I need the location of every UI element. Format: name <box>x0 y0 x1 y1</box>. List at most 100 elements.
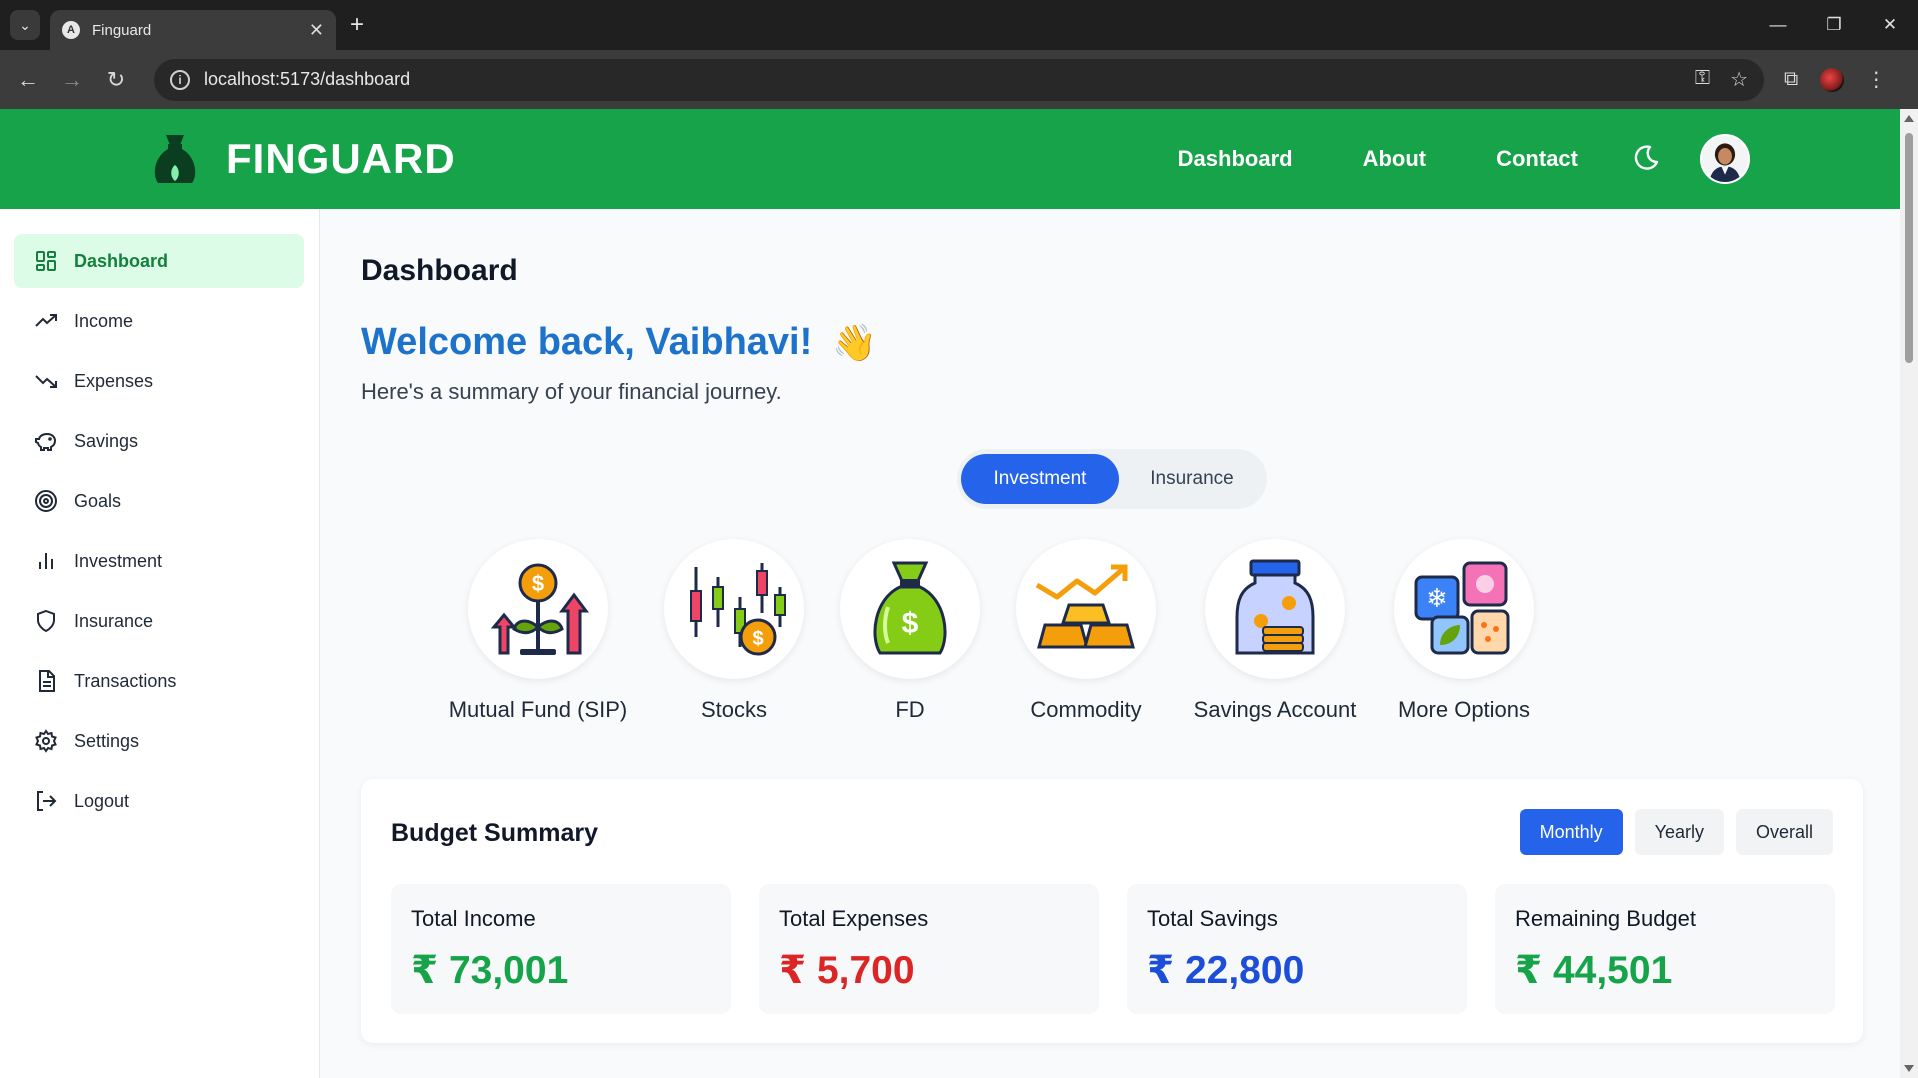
page-scrollbar[interactable] <box>1900 109 1918 1078</box>
scroll-down-arrow-icon[interactable] <box>1904 1065 1914 1072</box>
stat-value: ₹ 5,700 <box>779 949 915 992</box>
investment-insurance-toggle: Investment Insurance <box>957 449 1267 509</box>
sidebar-item-label: Income <box>74 310 134 331</box>
investment-option-fd[interactable]: $ FD <box>815 539 1005 723</box>
browser-toolbar: ← → ↻ i localhost:5173/dashboard ⚿ ☆ ⧉ ⋮ <box>0 50 1918 109</box>
period-yearly-button[interactable]: Yearly <box>1634 809 1724 855</box>
plant-coin-icon: $ <box>490 563 589 655</box>
password-key-icon[interactable]: ⚿ <box>1695 67 1710 92</box>
sidebar-item-investment[interactable]: Investment <box>14 534 304 588</box>
sidebar-item-label: Dashboard <box>74 250 169 271</box>
forward-icon[interactable]: → <box>50 67 94 93</box>
sidebar-item-goals[interactable]: Goals <box>14 474 304 528</box>
toggle-insurance[interactable]: Insurance <box>1119 454 1265 504</box>
browser-tab[interactable]: A Finguard ✕ <box>50 10 336 50</box>
svg-text:$: $ <box>752 628 763 650</box>
tab-search-button[interactable]: ⌄ <box>10 10 40 40</box>
scroll-up-arrow-icon[interactable] <box>1904 115 1914 122</box>
target-icon <box>35 490 57 512</box>
sidebar-item-logout[interactable]: Logout <box>14 774 304 828</box>
window-controls: — ❐ ✕ <box>1750 0 1918 50</box>
sidebar-item-insurance[interactable]: Insurance <box>14 594 304 648</box>
sidebar-item-settings[interactable]: Settings <box>14 714 304 768</box>
minimize-icon[interactable]: — <box>1750 0 1806 50</box>
nav-contact[interactable]: Contact <box>1496 146 1578 172</box>
investment-option-label: Commodity <box>1030 697 1142 722</box>
dashboard-grid-icon <box>36 251 56 271</box>
stat-value: ₹ 44,501 <box>1515 949 1673 992</box>
extensions-icon[interactable]: ⧉ <box>1784 68 1798 91</box>
logo[interactable]: FINGUARD <box>148 131 456 187</box>
reload-icon[interactable]: ↻ <box>94 67 138 93</box>
restore-icon[interactable]: ❐ <box>1806 0 1862 50</box>
money-bag-icon: $ <box>873 561 947 655</box>
nav-dashboard[interactable]: Dashboard <box>1178 146 1293 172</box>
scrollbar-thumb[interactable] <box>1905 133 1913 363</box>
sidebar-item-label: Settings <box>74 730 140 751</box>
investment-option-commodity[interactable]: Commodity <box>991 539 1181 723</box>
user-avatar[interactable] <box>1700 134 1750 184</box>
favicon-icon: A <box>62 21 80 39</box>
bar-chart-icon <box>39 553 53 569</box>
profile-icon[interactable] <box>1820 67 1845 92</box>
welcome-heading: Welcome back, Vaibhavi! 👋 <box>361 321 877 364</box>
stat-value: ₹ 73,001 <box>411 949 569 992</box>
welcome-text: Welcome back, Vaibhavi! <box>361 321 813 363</box>
budget-summary-card: Budget Summary Monthly Yearly Overall To… <box>361 779 1863 1043</box>
candlestick-icon: $ <box>690 563 786 656</box>
investment-option-mutual-fund[interactable]: $ Mutual Fund (SIP) <box>443 539 633 723</box>
sidebar-item-expenses[interactable]: Expenses <box>14 354 304 408</box>
back-icon[interactable]: ← <box>6 67 50 93</box>
browser-menu-icon[interactable]: ⋮ <box>1866 67 1886 92</box>
sidebar-item-label: Savings <box>74 430 139 451</box>
savings-jar-icon <box>1235 559 1315 655</box>
brand-name: FINGUARD <box>226 135 456 182</box>
stat-remaining-budget: Remaining Budget ₹ 44,501 <box>1495 884 1835 1014</box>
logout-icon <box>37 791 57 811</box>
site-info-icon[interactable]: i <box>170 69 190 90</box>
svg-text:$: $ <box>902 607 919 640</box>
new-tab-button[interactable]: + <box>350 11 364 39</box>
gear-icon <box>35 729 57 753</box>
dark-mode-moon-icon[interactable] <box>1630 142 1662 174</box>
investment-option-more[interactable]: ❄ More Options <box>1369 539 1559 723</box>
sidebar-item-income[interactable]: Income <box>14 294 304 348</box>
waving-hand-icon: 👋 <box>832 321 878 363</box>
stat-label: Total Income <box>411 906 536 931</box>
money-bag-logo-icon <box>154 135 196 183</box>
nav-about[interactable]: About <box>1363 146 1427 172</box>
piggy-bank-icon <box>35 432 57 451</box>
trend-down-icon <box>35 375 57 388</box>
stat-total-income: Total Income ₹ 73,001 <box>391 884 731 1014</box>
stat-total-expenses: Total Expenses ₹ 5,700 <box>759 884 1099 1014</box>
address-bar[interactable]: i localhost:5173/dashboard ⚿ ☆ <box>154 58 1764 101</box>
stat-label: Remaining Budget <box>1515 906 1697 931</box>
close-window-icon[interactable]: ✕ <box>1862 0 1918 50</box>
url-text: localhost:5173/dashboard <box>204 69 411 89</box>
trend-up-icon <box>35 314 57 327</box>
welcome-subtitle: Here's a summary of your financial journ… <box>361 379 782 404</box>
close-tab-icon[interactable]: ✕ <box>309 20 324 41</box>
investment-option-savings-account[interactable]: Savings Account <box>1180 539 1370 723</box>
period-overall-button[interactable]: Overall <box>1735 809 1833 855</box>
investment-option-label: Savings Account <box>1193 697 1357 722</box>
sidebar-item-label: Insurance <box>74 610 154 631</box>
sidebar-item-label: Logout <box>74 790 130 811</box>
sidebar-item-label: Expenses <box>74 370 154 391</box>
investment-option-stocks[interactable]: $ Stocks <box>639 539 829 723</box>
svg-text:❄: ❄ <box>1426 584 1448 614</box>
sidebar-item-label: Transactions <box>74 670 177 691</box>
stat-value: ₹ 22,800 <box>1147 949 1305 992</box>
period-monthly-button[interactable]: Monthly <box>1519 809 1623 855</box>
stat-label: Total Savings <box>1147 906 1278 931</box>
budget-summary-title: Budget Summary <box>391 819 598 847</box>
sidebar-item-savings[interactable]: Savings <box>14 414 304 468</box>
sidebar-item-dashboard[interactable]: Dashboard <box>14 234 304 288</box>
document-icon <box>39 670 55 692</box>
sidebar-item-transactions[interactable]: Transactions <box>14 654 304 708</box>
bookmark-star-icon[interactable]: ☆ <box>1730 67 1748 92</box>
shield-icon <box>37 609 55 633</box>
sidebar: Dashboard Income Expenses Savings Goals … <box>0 209 320 1078</box>
toggle-investment[interactable]: Investment <box>961 454 1119 504</box>
svg-text:$: $ <box>532 571 544 596</box>
